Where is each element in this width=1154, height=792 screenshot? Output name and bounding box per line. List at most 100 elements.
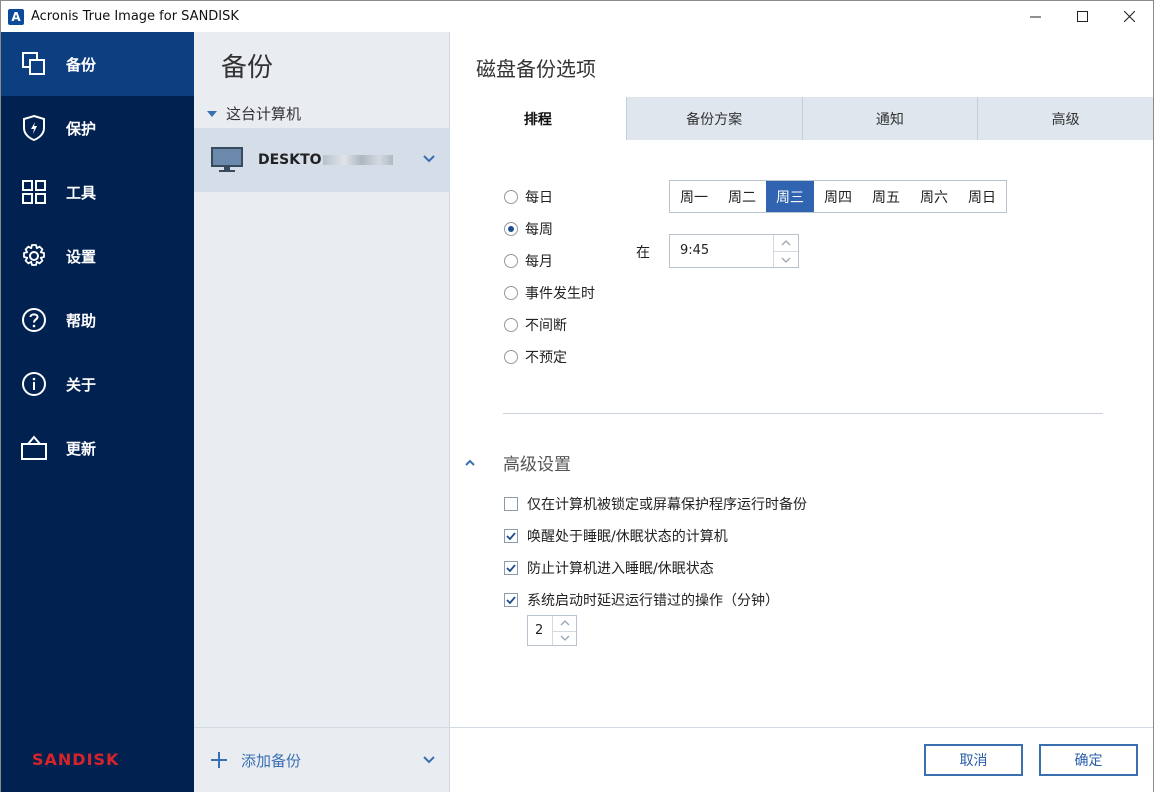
title-bar: A Acronis True Image for SANDISK [1,1,1153,32]
checkmark-icon [506,532,516,541]
nav-label: 工具 [66,183,97,202]
checkmark-icon [506,564,516,573]
tab-notifications[interactable]: 通知 [801,97,978,140]
device-name: DESKTO [258,152,393,168]
chevron-down-icon[interactable] [423,756,435,764]
time-increment-button[interactable] [774,235,798,251]
group-label: 这台计算机 [226,105,302,123]
radio-not-scheduled[interactable]: 不预定 [504,347,567,367]
chevron-up-icon [465,459,475,466]
advanced-settings-toggle[interactable]: 高级设置 [465,450,571,475]
radio-label: 不间断 [525,318,567,334]
radio-nonstop[interactable]: 不间断 [504,315,567,335]
radio-daily[interactable]: 每日 [504,187,553,207]
add-backup-label: 添加备份 [241,751,302,770]
time-spinner [773,235,798,267]
panel-title: 备份 [221,53,274,83]
page-title: 磁盘备份选项 [476,57,596,81]
radio-on-event[interactable]: 事件发生时 [504,283,595,303]
checkbox-checked[interactable] [504,561,518,575]
section-divider [503,413,1103,414]
radio-label: 每月 [525,254,553,270]
maximize-icon [1077,11,1088,22]
day-tuesday[interactable]: 周二 [718,181,766,212]
nav-item-tools[interactable]: 工具 [1,160,194,224]
window-title: Acronis True Image for SANDISK [31,9,239,24]
minimize-icon [1030,16,1041,18]
radio-button[interactable] [504,190,518,204]
chevron-down-icon [560,635,569,642]
option-backup-when-locked[interactable]: 仅在计算机被锁定或屏幕保护程序运行时备份 [504,494,807,514]
time-decrement-button[interactable] [774,251,798,267]
nav-label: 帮助 [66,311,97,330]
option-prevent-sleep[interactable]: 防止计算机进入睡眠/休眠状态 [504,558,714,578]
device-item[interactable]: DESKTO [194,128,449,192]
radio-monthly[interactable]: 每月 [504,251,553,271]
day-friday[interactable]: 周五 [862,181,910,212]
dialog-footer: 取消 确定 [450,727,1153,792]
nav-label: 更新 [66,439,97,458]
ok-button[interactable]: 确定 [1039,744,1138,776]
disk-backup-options-panel: 磁盘备份选项 排程 备份方案 通知 高级 每日 每周 每月 事件发生时 不间断 [450,32,1153,792]
radio-button[interactable] [504,318,518,332]
nav-item-settings[interactable]: 设置 [1,224,194,288]
add-backup-bar[interactable]: 添加备份 [194,727,449,792]
app-logo-icon: A [8,8,24,25]
backup-icon [20,50,48,78]
redacted-device-suffix [322,155,393,165]
radio-weekly[interactable]: 每周 [504,219,553,239]
option-delay-missed[interactable]: 系统启动时延迟运行错过的操作（分钟） [504,590,779,610]
radio-label: 每日 [525,190,553,206]
close-button[interactable] [1106,1,1153,32]
checkbox[interactable] [504,497,518,511]
options-tabs: 排程 备份方案 通知 高级 [450,97,1153,140]
minimize-button[interactable] [1012,1,1059,32]
tab-advanced[interactable]: 高级 [977,97,1153,140]
shield-icon [20,114,48,142]
chevron-up-icon [560,620,569,626]
group-header-this-computer[interactable]: 这台计算机 [207,103,301,124]
checkbox-checked[interactable] [504,529,518,543]
time-value: 9:45 [680,243,710,258]
time-input[interactable]: 9:45 [669,234,799,268]
chevron-down-icon[interactable] [423,155,435,163]
maximize-button[interactable] [1059,1,1106,32]
delay-minutes-value: 2 [535,623,544,638]
nav-item-backup[interactable]: 备份 [1,32,194,96]
day-saturday[interactable]: 周六 [910,181,958,212]
delay-increment-button[interactable] [553,616,576,631]
tab-backup-scheme[interactable]: 备份方案 [625,97,802,140]
nav-label: 保护 [66,119,97,138]
checkbox-label: 唤醒处于睡眠/休眠状态的计算机 [527,529,728,545]
radio-label: 每周 [525,222,553,238]
svg-text:SANDISK: SANDISK [32,750,119,769]
radio-button[interactable] [504,350,518,364]
day-thursday[interactable]: 周四 [814,181,862,212]
radio-label: 不预定 [525,350,567,366]
plus-icon [211,752,227,768]
radio-button-checked[interactable] [504,222,518,236]
delay-spinner [552,616,576,645]
nav-item-help[interactable]: 帮助 [1,288,194,352]
main-navigation: 备份 保护 工具 设置 帮助 关于 更新 SANDISK [1,32,194,792]
info-icon [20,370,48,398]
radio-button[interactable] [504,254,518,268]
day-sunday[interactable]: 周日 [958,181,1006,212]
nav-label: 关于 [66,375,97,394]
option-wake-computer[interactable]: 唤醒处于睡眠/休眠状态的计算机 [504,526,728,546]
tab-schedule[interactable]: 排程 [450,97,626,140]
day-monday[interactable]: 周一 [670,181,718,212]
day-wednesday[interactable]: 周三 [766,181,814,212]
cancel-button[interactable]: 取消 [924,744,1023,776]
delay-decrement-button[interactable] [553,630,576,646]
nav-item-update[interactable]: 更新 [1,416,194,480]
radio-button[interactable] [504,286,518,300]
help-icon [20,306,48,334]
weekday-selector: 周一 周二 周三 周四 周五 周六 周日 [669,180,1007,213]
delay-minutes-stepper[interactable]: 2 [527,615,577,646]
checkbox-checked[interactable] [504,593,518,607]
nav-item-protection[interactable]: 保护 [1,96,194,160]
nav-item-about[interactable]: 关于 [1,352,194,416]
chevron-up-icon [781,240,791,246]
close-icon [1124,11,1135,22]
